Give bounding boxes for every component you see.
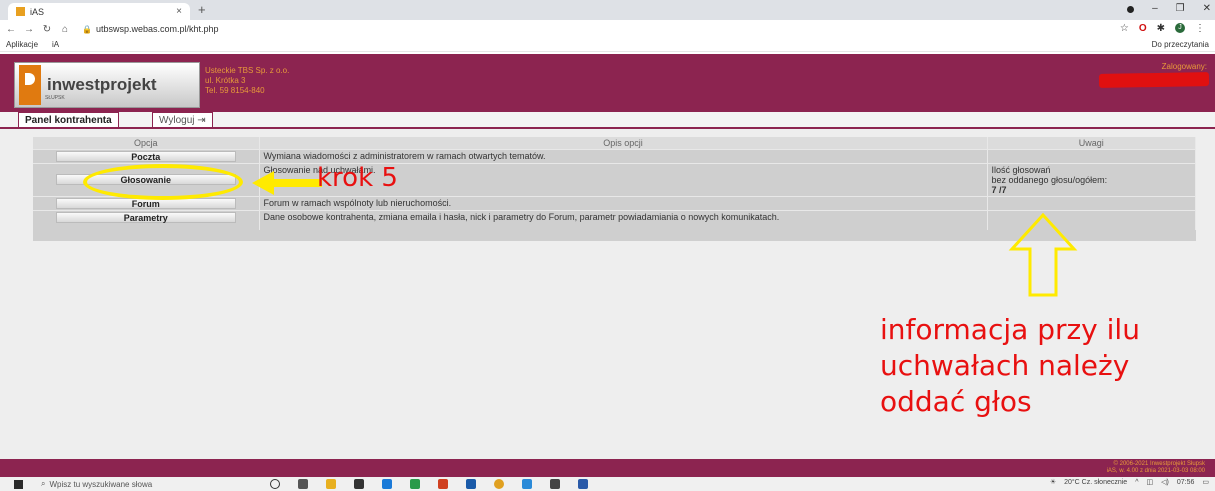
cortana-icon[interactable]: [270, 479, 280, 489]
table-row: Poczta Wymiana wiadomości z administrato…: [33, 148, 1196, 163]
toolbar-extensions: ☆ O ✱ J ⋮: [1120, 23, 1205, 34]
app-icon-2[interactable]: [438, 479, 448, 489]
info-line-2: uchwałach należy: [880, 349, 1130, 382]
menu-icon[interactable]: ⋮: [1195, 23, 1205, 34]
tab-title: iAS: [30, 6, 45, 17]
tab-panel-kontrahenta[interactable]: Panel kontrahenta: [18, 112, 119, 128]
window-controls: – ❐ ✕: [1127, 3, 1211, 14]
footer-version: iAS, w. 4.00 z dnia 2021-03-03 08:00: [1106, 468, 1205, 474]
windows-start-icon[interactable]: [14, 479, 23, 489]
minimize-icon[interactable]: –: [1152, 3, 1158, 14]
reload-icon[interactable]: ↻: [40, 24, 54, 35]
bookmark-apps[interactable]: Aplikacje: [6, 40, 38, 49]
browser-tab[interactable]: iAS ×: [8, 3, 190, 20]
weather-text[interactable]: 20°C Cz. słonecznie: [1064, 479, 1127, 486]
home-icon[interactable]: ⌂: [58, 24, 72, 35]
address-bar: ← → ↻ ⌂ 🔒 utbswsp.webas.com.pl/kht.php ☆…: [0, 20, 1215, 38]
logout-label: Wyloguj: [159, 115, 195, 126]
company-address: ul. Krótka 3: [205, 76, 246, 85]
taskbar-search-placeholder: Wpisz tu wyszukiwane słowa: [49, 479, 153, 489]
logged-label: Zalogowany:: [1161, 62, 1207, 71]
header-opis: Opis opcji: [259, 137, 988, 149]
store-icon[interactable]: [354, 479, 364, 489]
app-icon-4[interactable]: [522, 479, 532, 489]
note-count: 7 /7: [991, 184, 1007, 195]
note-line-1: Ilość głosowań: [991, 164, 1051, 175]
system-tray: ☀ 20°C Cz. słonecznie ^ ◫ ◁) 07:56 ▭: [1049, 478, 1209, 487]
forward-icon[interactable]: →: [22, 24, 36, 35]
network-icon[interactable]: ◫: [1147, 478, 1154, 486]
os-taskbar: ⌕ Wpisz tu wyszukiwane słowa ☀ 20°C Cz. …: [0, 477, 1215, 491]
star-icon[interactable]: ☆: [1120, 23, 1129, 34]
back-icon[interactable]: ←: [4, 24, 18, 35]
company-phone: Tel. 59 8154-840: [205, 86, 265, 95]
reading-list[interactable]: Do przeczytania: [1152, 40, 1209, 49]
forum-note: [987, 195, 1196, 210]
page-footer: © 2006-2021 Inwestprojekt Słupsk iAS, w.…: [0, 459, 1215, 477]
notifications-icon[interactable]: ▭: [1202, 478, 1209, 486]
page-tabs: Panel kontrahenta Wyloguj ⇥: [0, 112, 1215, 128]
note-line-2: bez oddanego głosu/ogółem:: [991, 174, 1108, 185]
app-icon-1[interactable]: [410, 479, 420, 489]
opera-extension-icon[interactable]: O: [1139, 23, 1147, 34]
word-icon[interactable]: [578, 479, 588, 489]
maximize-icon[interactable]: ❐: [1176, 3, 1185, 14]
url-field[interactable]: 🔒 utbswsp.webas.com.pl/kht.php: [82, 24, 219, 34]
company-info: Usteckie TBS Sp. z o.o. ul. Krótka 3 Tel…: [205, 66, 289, 96]
logo-subtitle: SŁUPSK: [45, 95, 65, 101]
app-icon-3[interactable]: [466, 479, 476, 489]
info-line-3: oddać głos: [880, 385, 1032, 418]
explorer-icon[interactable]: [326, 479, 336, 489]
edge-icon[interactable]: [382, 479, 392, 489]
bookmarks-bar: Aplikacje iA Do przeczytania: [0, 38, 1215, 52]
task-view-icon[interactable]: [298, 479, 308, 489]
weather-icon: ☀: [1049, 479, 1057, 486]
close-window-icon[interactable]: ✕: [1203, 3, 1211, 14]
profile-avatar[interactable]: J: [1175, 23, 1185, 33]
logo-text: inwestprojekt: [47, 75, 157, 94]
step-label: krok 5: [317, 163, 398, 193]
bookmark-ia[interactable]: iA: [52, 40, 59, 49]
highlight-ellipse: [83, 164, 243, 200]
logout-icon: ⇥: [197, 115, 206, 126]
header-opcja: Opcja: [33, 137, 260, 149]
clock[interactable]: 07:56: [1177, 479, 1195, 486]
header-uwagi: Uwagi: [987, 137, 1196, 149]
lock-icon: 🔒: [82, 24, 92, 34]
up-arrow-icon: [1008, 213, 1078, 297]
tab-logout[interactable]: Wyloguj ⇥: [152, 112, 213, 128]
poczta-desc: Wymiana wiadomości z administratorem w r…: [259, 148, 988, 163]
app-icon-5[interactable]: [550, 479, 560, 489]
parametry-button[interactable]: Parametry: [55, 211, 236, 223]
parametry-desc: Dane osobowe kontrahenta, zmiana emaila …: [259, 209, 988, 230]
tray-expand-icon[interactable]: ^: [1135, 479, 1138, 486]
table-row: Forum Forum w ramach wspólnoty lub nieru…: [33, 195, 1196, 210]
poczta-button[interactable]: Poczta: [55, 150, 236, 162]
extensions-icon[interactable]: ✱: [1157, 23, 1165, 34]
logo-mark-icon: [19, 65, 41, 105]
footer-copyright: © 2006-2021 Inwestprojekt Słupsk: [1113, 461, 1205, 467]
url-text: utbswsp.webas.com.pl/kht.php: [95, 24, 219, 34]
page-header: inwestprojekt SŁUPSK Usteckie TBS Sp. z …: [0, 54, 1215, 112]
browser-tab-bar: iAS × + – ❐ ✕: [0, 0, 1215, 20]
redacted-user-name: [1098, 72, 1210, 88]
tab-close-icon[interactable]: ×: [176, 6, 182, 17]
company-name: Usteckie TBS Sp. z o.o.: [205, 66, 290, 75]
forum-desc: Forum w ramach wspólnoty lub nieruchomoś…: [259, 195, 988, 210]
taskbar-search[interactable]: ⌕ Wpisz tu wyszukiwane słowa: [41, 479, 152, 489]
new-tab-button[interactable]: +: [198, 2, 206, 17]
search-icon: ⌕: [41, 479, 46, 488]
poczta-note: [987, 148, 1196, 163]
glosowanie-note: Ilość głosowań bez oddanego głosu/ogółem…: [987, 162, 1196, 196]
table-header-row: Opcja Opis opcji Uwagi: [33, 137, 1196, 149]
taskbar-apps: [270, 479, 588, 489]
site-favicon-icon: [16, 7, 25, 16]
info-line-1: informacja przy ilu: [880, 313, 1140, 346]
volume-icon[interactable]: ◁): [1161, 478, 1169, 486]
inwestprojekt-logo[interactable]: inwestprojekt SŁUPSK: [14, 62, 200, 108]
info-annotation: informacja przy ilu uchwałach należy odd…: [880, 312, 1140, 420]
footer-text: © 2006-2021 Inwestprojekt Słupsk iAS, w.…: [1107, 461, 1205, 475]
profile-dot-icon[interactable]: [1127, 6, 1135, 13]
chrome-icon[interactable]: [494, 479, 504, 489]
